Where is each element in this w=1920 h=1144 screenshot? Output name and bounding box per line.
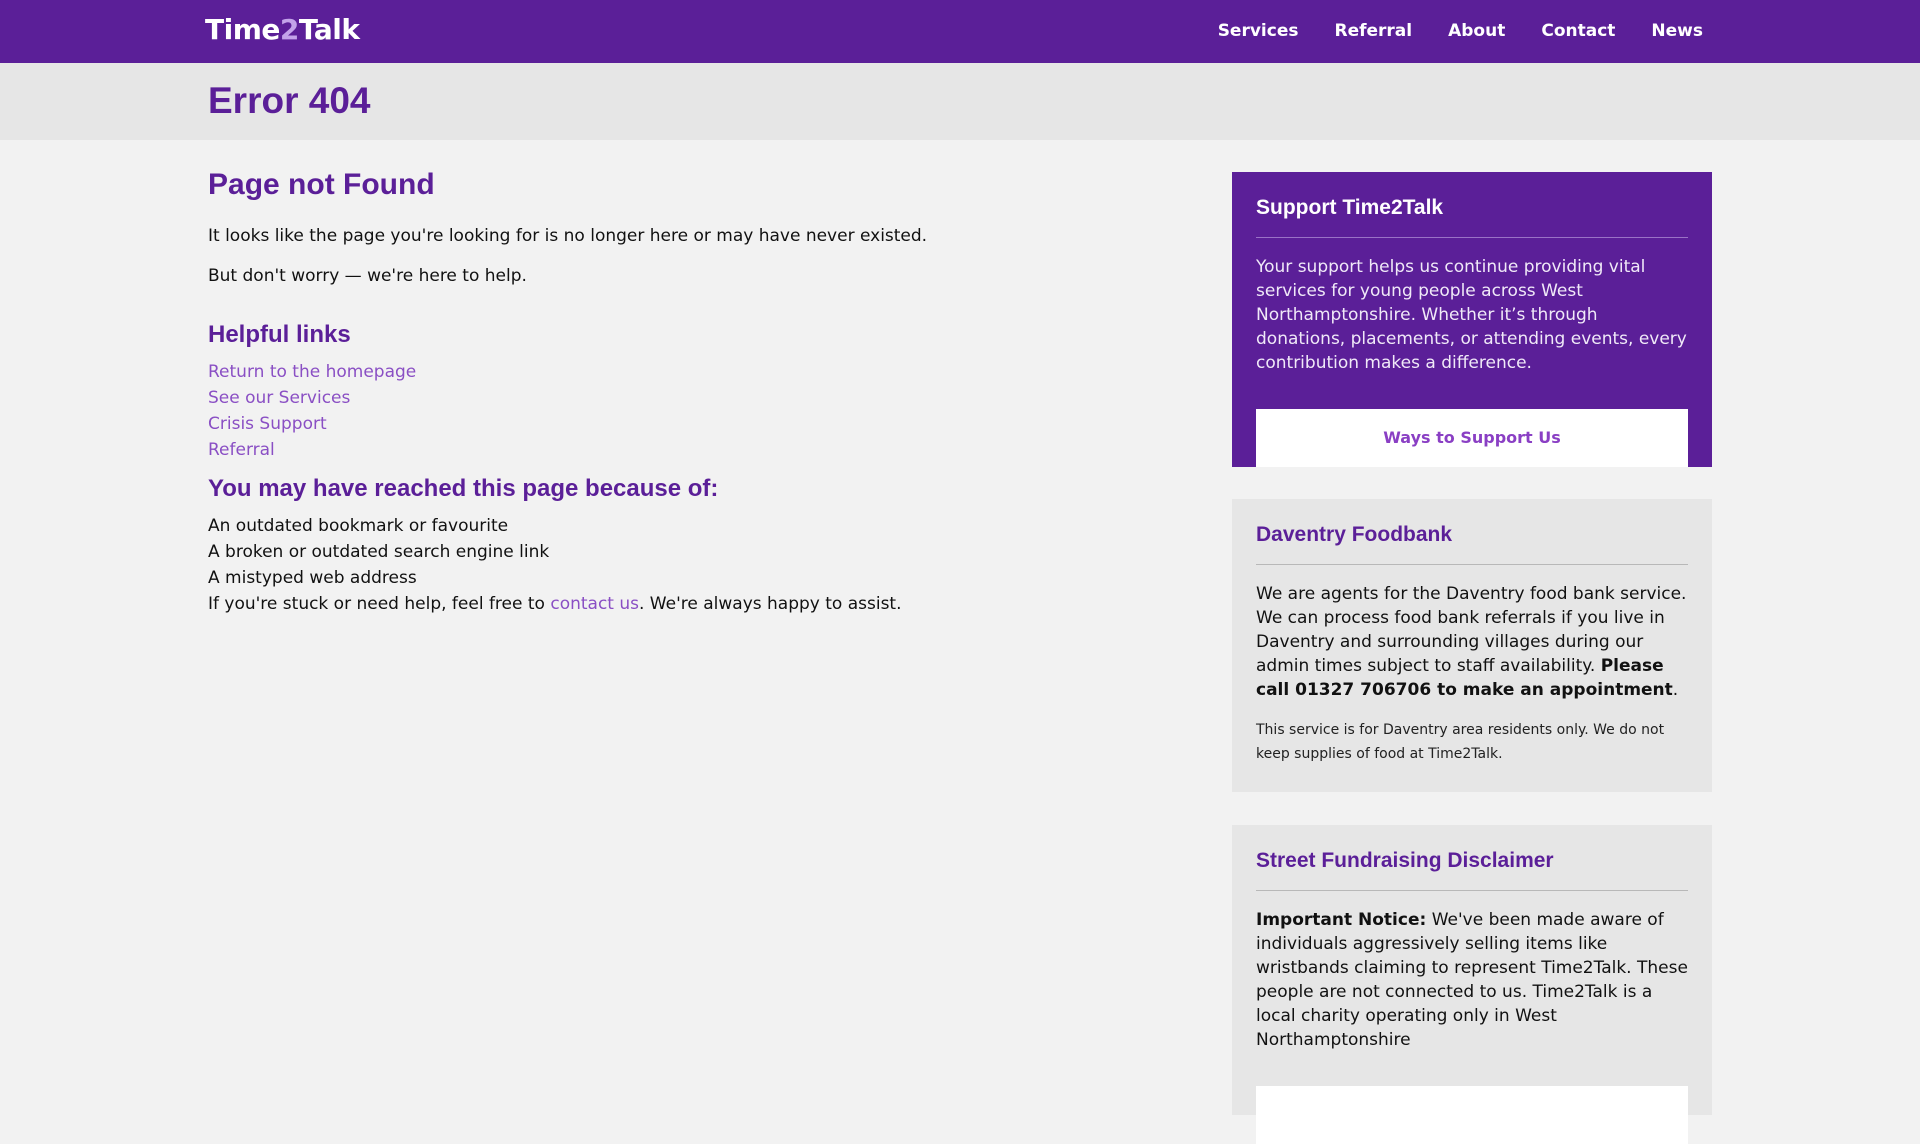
main-content: Page not Found It looks like the page yo… bbox=[208, 168, 1188, 617]
site-logo[interactable]: Time2Talk bbox=[205, 13, 360, 46]
list-item: Return to the homepage bbox=[208, 359, 1188, 385]
link-homepage[interactable]: Return to the homepage bbox=[208, 362, 416, 382]
title-band: Error 404 bbox=[0, 63, 1920, 140]
foodbank-card: Daventry Foodbank We are agents for the … bbox=[1232, 499, 1712, 792]
support-card-title: Support Time2Talk bbox=[1256, 196, 1688, 238]
street-card-text: Important Notice: We've been made aware … bbox=[1256, 908, 1688, 1052]
nav-referral[interactable]: Referral bbox=[1334, 21, 1412, 41]
important-notice-label: Important Notice: bbox=[1256, 910, 1427, 930]
nav-news[interactable]: News bbox=[1651, 21, 1703, 41]
foodbank-note: This service is for Daventry area reside… bbox=[1256, 722, 1665, 762]
contact-us-link[interactable]: contact us bbox=[550, 594, 639, 614]
help-prefix: If you're stuck or need help, feel free … bbox=[208, 594, 551, 614]
help-text: If you're stuck or need help, feel free … bbox=[208, 591, 1188, 617]
support-card: Support Time2Talk Your support helps us … bbox=[1232, 172, 1712, 467]
nav-about[interactable]: About bbox=[1448, 21, 1505, 41]
list-item: Referral bbox=[208, 437, 1188, 463]
nav-contact[interactable]: Contact bbox=[1541, 21, 1615, 41]
foodbank-card-text: We are agents for the Daventry food bank… bbox=[1256, 582, 1688, 702]
street-card-button[interactable] bbox=[1256, 1086, 1688, 1144]
link-crisis-support[interactable]: Crisis Support bbox=[208, 414, 327, 434]
support-card-text: Your support helps us continue providing… bbox=[1256, 257, 1687, 373]
link-services[interactable]: See our Services bbox=[208, 388, 350, 408]
street-notice-text: We've been made aware of individuals agg… bbox=[1256, 910, 1688, 1050]
link-referral[interactable]: Referral bbox=[208, 440, 275, 460]
logo-two: 2 bbox=[279, 13, 299, 46]
street-card-title: Street Fundraising Disclaimer bbox=[1256, 849, 1688, 891]
main-nav: Services Referral About Contact News bbox=[1218, 21, 1703, 41]
reasons-list: An outdated bookmark or favourite A brok… bbox=[208, 513, 1188, 591]
nav-services[interactable]: Services bbox=[1218, 21, 1299, 41]
list-item: A mistyped web address bbox=[208, 568, 417, 588]
list-item: A broken or outdated search engine link bbox=[208, 542, 550, 562]
error-heading: Page not Found bbox=[208, 168, 435, 201]
list-item: See our Services bbox=[208, 385, 1188, 411]
reassurance-text: But don't worry — we're here to help. bbox=[208, 266, 527, 286]
list-item: Crisis Support bbox=[208, 411, 1188, 437]
logo-suffix: Talk bbox=[298, 13, 360, 46]
list-item: An outdated bookmark or favourite bbox=[208, 516, 509, 536]
foodbank-card-title: Daventry Foodbank bbox=[1256, 523, 1688, 565]
top-nav-bar: Time2Talk Services Referral About Contac… bbox=[0, 0, 1920, 63]
help-suffix: . We're always happy to assist. bbox=[639, 594, 902, 614]
helpful-links-heading: Helpful links bbox=[208, 321, 351, 348]
logo-prefix: Time bbox=[205, 13, 280, 46]
page-title: Error 404 bbox=[208, 80, 371, 121]
reasons-heading: You may have reached this page because o… bbox=[208, 475, 719, 502]
error-message: It looks like the page you're looking fo… bbox=[208, 226, 928, 246]
street-fundraising-card: Street Fundraising Disclaimer Important … bbox=[1232, 825, 1712, 1144]
helpful-links-list: Return to the homepage See our Services … bbox=[208, 359, 1188, 463]
foodbank-end: . bbox=[1672, 680, 1679, 700]
ways-to-support-button[interactable]: Ways to Support Us bbox=[1256, 409, 1688, 467]
